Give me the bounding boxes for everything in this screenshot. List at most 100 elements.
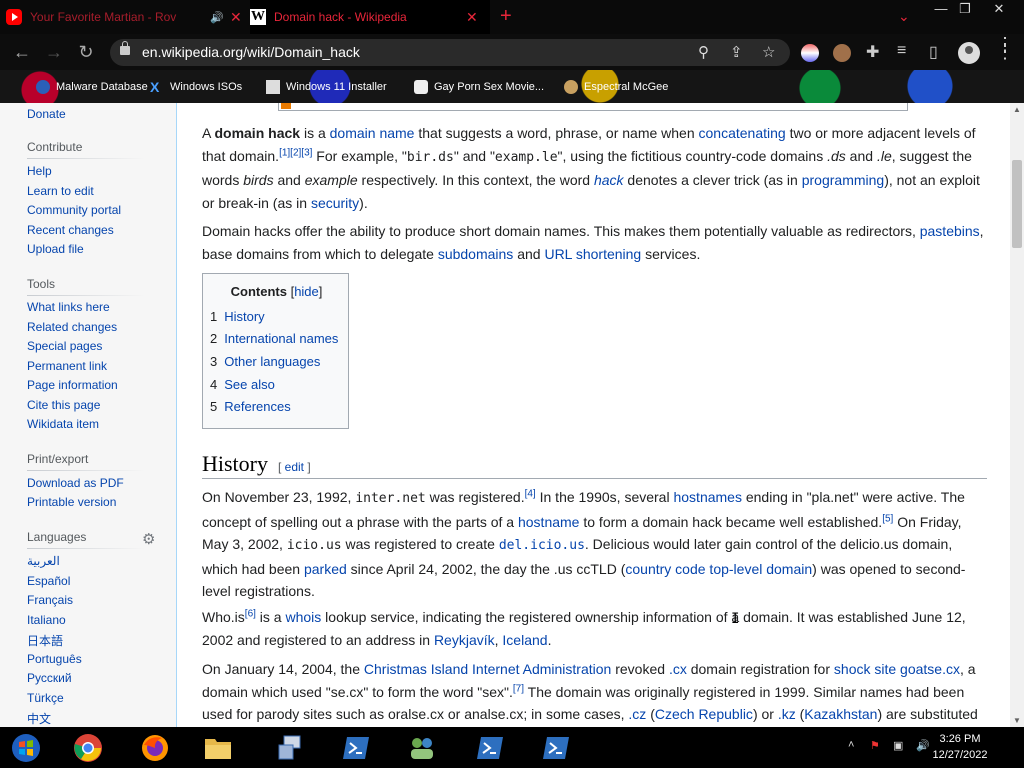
- sidebar-item-community-portal[interactable]: Community portal: [27, 203, 121, 217]
- sidebar-item-what-links-here[interactable]: What links here: [27, 300, 110, 314]
- x-icon: X: [150, 79, 160, 95]
- people-app-icon[interactable]: [404, 731, 440, 765]
- network-icon[interactable]: ▣: [893, 739, 903, 752]
- history-paragraph: Who.is[6] is a whois lookup service, ind…: [202, 608, 966, 648]
- bookmark-item[interactable]: X Windows ISOs: [150, 78, 242, 96]
- language-link[interactable]: Español: [27, 574, 70, 588]
- chevron-up-icon[interactable]: ˄: [848, 739, 854, 751]
- marker: [281, 103, 291, 109]
- language-link[interactable]: Français: [27, 593, 73, 607]
- toc-hide-link[interactable]: hide: [294, 284, 319, 299]
- network-app-icon[interactable]: [272, 731, 308, 765]
- sidebar-item-donate[interactable]: Donate: [27, 107, 66, 121]
- bookmark-item[interactable]: Gay Porn Sex Movie...: [414, 78, 544, 96]
- restore-button[interactable]: ❐: [950, 0, 980, 18]
- language-link[interactable]: 日本語: [27, 632, 63, 649]
- forward-icon[interactable]: →: [44, 42, 64, 62]
- speaker-icon[interactable]: 🔊: [210, 11, 224, 24]
- language-link[interactable]: Italiano: [27, 613, 66, 627]
- browser-toolbar: ← → ↻ en.wikipedia.org/wiki/Domain_hack …: [0, 34, 1024, 70]
- taskbar: ˄ ⚑ ▣ 🔊 3:26 PM 12/27/2022: [0, 727, 1024, 768]
- flag-icon[interactable]: ⚑: [870, 739, 880, 752]
- sidebar-item-printable-version[interactable]: Printable version: [27, 495, 116, 509]
- bookmark-star-icon[interactable]: ☆: [762, 43, 775, 61]
- tab-strip: Your Favorite Martian - Rov 🔊 ✕ W Domain…: [0, 0, 1024, 34]
- start-button[interactable]: [8, 731, 44, 765]
- scroll-up-icon[interactable]: ▲: [1013, 105, 1021, 114]
- language-link[interactable]: العربية: [27, 554, 60, 568]
- powershell-icon[interactable]: [538, 731, 574, 765]
- volume-icon[interactable]: 🔊: [916, 739, 930, 752]
- gear-icon[interactable]: ⚙: [142, 530, 155, 548]
- sidebar-item-page-information[interactable]: Page information: [27, 378, 118, 392]
- tab-youtube[interactable]: Your Favorite Martian - Rov 🔊 ✕: [6, 0, 246, 34]
- intro-paragraph: A domain hack is a domain name that sugg…: [202, 125, 980, 211]
- sidebar-item-learn-to-edit[interactable]: Learn to edit: [27, 184, 94, 198]
- file-explorer-icon[interactable]: [200, 731, 236, 765]
- sidepanel-icon[interactable]: ▯: [929, 42, 938, 62]
- media-icon[interactable]: ≡: [897, 42, 906, 60]
- sidebar-item-special-pages[interactable]: Special pages: [27, 339, 102, 353]
- extension-icon[interactable]: [801, 44, 819, 62]
- address-bar[interactable]: en.wikipedia.org/wiki/Domain_hack ⚲ ⇪ ☆: [110, 39, 790, 66]
- puzzle-icon[interactable]: ✚: [866, 42, 879, 62]
- tab-close-button[interactable]: ✕: [230, 9, 242, 26]
- new-tab-button[interactable]: +: [500, 6, 512, 26]
- back-icon[interactable]: ←: [12, 42, 32, 62]
- toc-item[interactable]: 1 History: [210, 309, 265, 324]
- language-link[interactable]: 中文: [27, 710, 51, 727]
- profile-avatar[interactable]: [958, 42, 980, 64]
- sidebar-item-upload-file[interactable]: Upload file: [27, 242, 84, 256]
- tab-search-icon[interactable]: ⌄: [898, 8, 910, 25]
- history-paragraph: On November 23, 1992, inter.net was regi…: [202, 488, 966, 599]
- tab-wikipedia[interactable]: W Domain hack - Wikipedia ✕: [250, 0, 490, 34]
- bookmark-item[interactable]: Malware Database: [36, 78, 148, 96]
- toc-item[interactable]: 5 References: [210, 399, 291, 414]
- bookmark-item[interactable]: Windows 11 Installer: [266, 78, 387, 96]
- lock-icon[interactable]: [120, 41, 130, 55]
- scroll-thumb[interactable]: [1012, 160, 1022, 248]
- youtube-icon: [6, 9, 22, 25]
- menu-icon[interactable]: ⋮ ⋮: [996, 35, 1014, 61]
- search-icon[interactable]: ⚲: [698, 43, 709, 61]
- sidebar-heading: Print/export: [27, 452, 89, 466]
- language-link[interactable]: Русский: [27, 671, 72, 685]
- system-clock[interactable]: 3:26 PM 12/27/2022: [930, 731, 990, 763]
- language-link[interactable]: Türkçe: [27, 691, 64, 705]
- url-text[interactable]: en.wikipedia.org/wiki/Domain_hack: [142, 44, 360, 60]
- page-scrollbar[interactable]: ▲ ▼: [1010, 103, 1024, 727]
- text-cursor-icon: I: [731, 611, 740, 627]
- scroll-down-icon[interactable]: ▼: [1013, 716, 1021, 725]
- toc-item[interactable]: 2 International names: [210, 331, 338, 346]
- history-paragraph: On January 14, 2004, the Christmas Islan…: [202, 661, 978, 722]
- clock-date: 12/27/2022: [932, 749, 988, 761]
- powershell-icon[interactable]: [472, 731, 508, 765]
- sidebar-item-permanent-link[interactable]: Permanent link: [27, 359, 107, 373]
- wikipedia-page: Donate Contribute Help Learn to edit Com…: [0, 103, 1010, 727]
- sidebar-item-wikidata-item[interactable]: Wikidata item: [27, 417, 99, 431]
- toc-item[interactable]: 3 Other languages: [210, 354, 320, 369]
- article-content: A domain hack is a domain name that sugg…: [176, 103, 1010, 727]
- clock-time: 3:26 PM: [939, 733, 981, 745]
- tab-close-button[interactable]: ✕: [466, 9, 478, 26]
- sidebar-item-help[interactable]: Help: [27, 164, 52, 178]
- language-link[interactable]: Português: [27, 652, 82, 666]
- reload-icon[interactable]: ↻: [76, 42, 96, 62]
- edit-section-link[interactable]: edit: [285, 460, 304, 474]
- close-window-button[interactable]: ✕: [984, 0, 1014, 18]
- sidebar-item-download-pdf[interactable]: Download as PDF: [27, 476, 124, 490]
- bookmark-item[interactable]: Espectral McGee: [564, 78, 668, 96]
- sidebar-item-related-changes[interactable]: Related changes: [27, 320, 117, 334]
- sidebar-item-cite-this-page[interactable]: Cite this page: [27, 398, 100, 412]
- body-paragraph: Domain hacks offer the ability to produc…: [202, 223, 984, 262]
- wikipedia-icon: W: [250, 9, 266, 25]
- divider: [27, 158, 145, 159]
- powershell-icon[interactable]: [338, 731, 374, 765]
- share-icon[interactable]: ⇪: [730, 43, 743, 61]
- sidebar-item-recent-changes[interactable]: Recent changes: [27, 223, 114, 237]
- firefox-icon[interactable]: [137, 731, 173, 765]
- bookmarks-bar: Malware Database X Windows ISOs Windows 1…: [0, 70, 1024, 103]
- toc-item[interactable]: 4 See also: [210, 377, 275, 392]
- chrome-icon[interactable]: [70, 731, 106, 765]
- extension-icon[interactable]: [833, 44, 851, 62]
